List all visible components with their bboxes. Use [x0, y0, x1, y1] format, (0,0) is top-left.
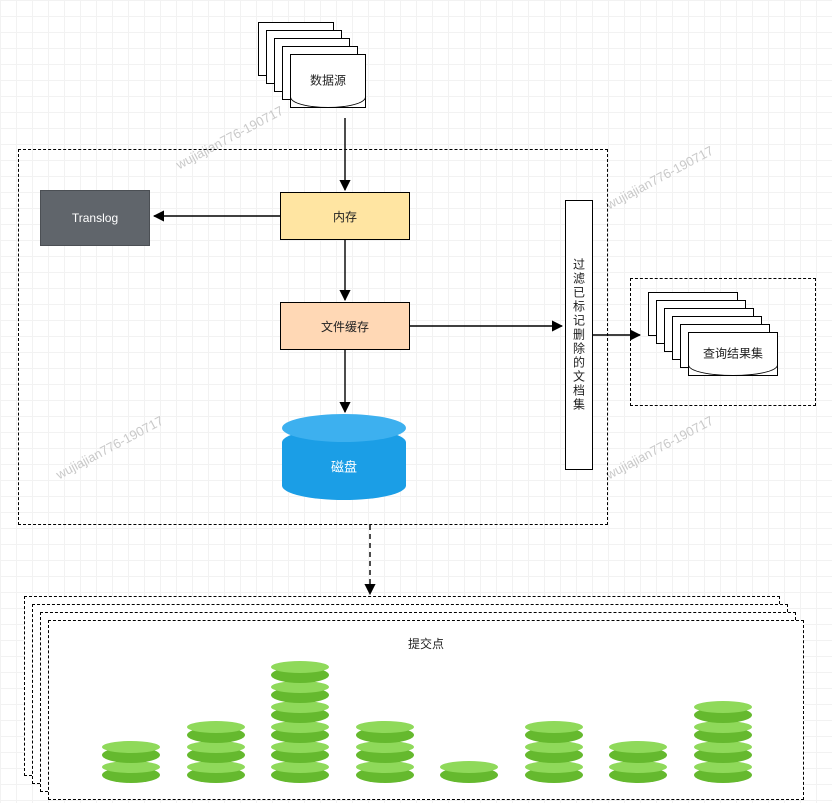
filter-label: 过滤已标记删除的文档集	[571, 258, 588, 412]
segment-disk	[694, 767, 752, 783]
segment-disk	[694, 727, 752, 743]
segment-disk	[271, 707, 329, 723]
filecache-node: 文件缓存	[280, 302, 410, 350]
segment-disk	[271, 767, 329, 783]
segment-disk	[187, 767, 245, 783]
segment-disk	[609, 747, 667, 763]
watermark: wujiajian776-190717	[603, 413, 715, 482]
segment-disk	[609, 767, 667, 783]
segment-disk	[525, 727, 583, 743]
segment-disk	[271, 667, 329, 683]
commit-card-front: 提交点	[48, 620, 804, 800]
segment-disk	[356, 747, 414, 763]
translog-node: Translog	[40, 190, 150, 246]
resultset-label: 查询结果集	[689, 345, 777, 362]
commit-stacks	[49, 653, 803, 783]
filter-node: 过滤已标记删除的文档集	[565, 200, 593, 470]
segment-disk	[525, 747, 583, 763]
segment-disk	[271, 727, 329, 743]
segment-disk	[356, 767, 414, 783]
memory-node: 内存	[280, 192, 410, 240]
segment-disk	[271, 687, 329, 703]
segment-disk	[102, 767, 160, 783]
memory-label: 内存	[333, 208, 357, 225]
segment-disk	[694, 747, 752, 763]
segment-disk	[356, 727, 414, 743]
segment-disk	[525, 767, 583, 783]
disk-label: 磁盘	[282, 456, 406, 475]
datasource-label: 数据源	[291, 72, 365, 89]
watermark: wujiajian776-190717	[603, 143, 715, 212]
segment-disk	[187, 747, 245, 763]
segment-disk	[102, 747, 160, 763]
segment-disk	[271, 747, 329, 763]
translog-label: Translog	[72, 211, 118, 225]
commitpoint-label: 提交点	[49, 635, 803, 652]
segment-disk	[187, 727, 245, 743]
segment-disk	[440, 767, 498, 783]
filecache-label: 文件缓存	[321, 318, 369, 335]
segment-disk	[694, 707, 752, 723]
disk-node: 磁盘	[282, 428, 406, 500]
